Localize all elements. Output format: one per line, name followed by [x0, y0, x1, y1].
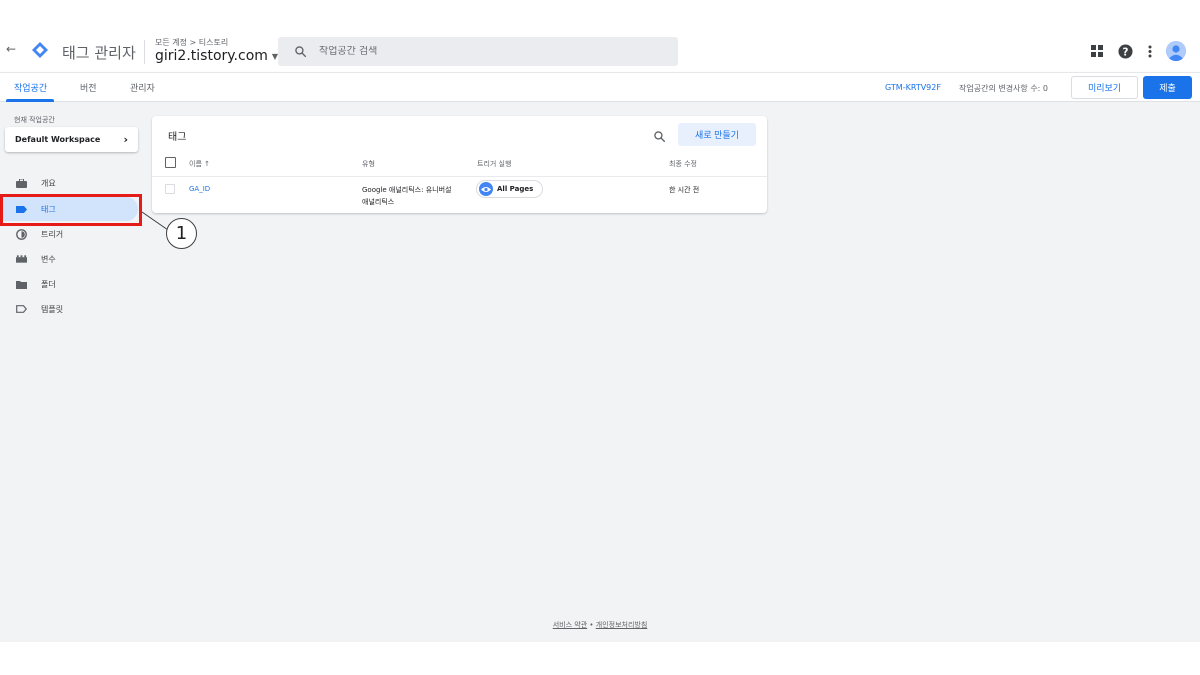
app-title: 태그 관리자	[62, 44, 136, 62]
search-icon	[295, 46, 307, 58]
column-header-name[interactable]: 이름 ↑	[189, 159, 210, 169]
sidebar-item-label: 템플릿	[41, 304, 64, 314]
preview-button[interactable]: 미리보기	[1071, 76, 1138, 99]
sidebar-item-label: 폴더	[41, 279, 56, 289]
search-icon[interactable]	[653, 128, 667, 143]
eye-icon	[479, 182, 493, 196]
tab-workspace[interactable]: 작업공간	[14, 81, 47, 94]
app-header: ← 태그 관리자 모든 계정 > 티스토리 giri2.tistory.com …	[0, 0, 1200, 72]
variables-icon	[16, 254, 27, 265]
sub-navigation: 작업공간 버전 관리자 GTM-KRTV92F 작업공간의 변경사항 수: 0 …	[0, 72, 1200, 102]
more-vert-icon[interactable]	[1142, 43, 1158, 59]
apps-grid-icon[interactable]	[1089, 43, 1105, 59]
trigger-chip[interactable]: All Pages	[476, 180, 544, 198]
table-divider	[152, 176, 767, 177]
annotation-callout-number: 1	[166, 218, 197, 249]
back-arrow-icon[interactable]: ←	[6, 42, 16, 56]
submit-button[interactable]: 제출	[1143, 76, 1192, 99]
column-header-type: 유형	[362, 160, 375, 168]
search-input[interactable]	[319, 46, 659, 57]
container-name: giri2.tistory.com	[155, 48, 268, 64]
tag-type-line2: 애널리틱스	[362, 198, 395, 206]
row-checkbox[interactable]	[165, 184, 175, 194]
card-title: 태그	[168, 132, 187, 143]
column-header-trigger: 트리거 실행	[477, 160, 512, 168]
tag-type-line1: Google 애널리틱스: 유니버설	[362, 186, 452, 194]
last-modified: 한 시간 전	[669, 186, 700, 194]
main-area: 현재 작업공간 Default Workspace › 개요 태그 트리거 변수…	[0, 102, 1200, 642]
footer-separator: •	[589, 621, 594, 629]
tags-card: 태그 새로 만들기 이름 ↑ 유형 트리거 실행 최종 수정 GA_ID Goo…	[152, 116, 767, 213]
sidebar-item-label: 변수	[41, 254, 56, 264]
user-avatar-icon[interactable]	[1166, 41, 1186, 61]
gtm-logo-icon[interactable]	[32, 42, 48, 58]
privacy-link[interactable]: 개인정보처리방침	[596, 621, 648, 629]
column-header-modified: 최종 수정	[669, 160, 697, 168]
new-tag-button[interactable]: 새로 만들기	[678, 123, 756, 146]
container-id-link[interactable]: GTM-KRTV92F	[885, 83, 941, 92]
terms-link[interactable]: 서비스 약관	[553, 621, 587, 629]
select-all-checkbox[interactable]	[165, 157, 176, 168]
sidebar-item-templates[interactable]: 템플릿	[0, 297, 138, 321]
tag-name-link[interactable]: GA_ID	[189, 185, 210, 193]
page-footer: 서비스 약관 • 개인정보처리방침	[0, 620, 1200, 630]
tab-versions[interactable]: 버전	[80, 81, 97, 94]
header-divider	[144, 40, 145, 64]
folder-icon	[16, 279, 27, 290]
workspace-changes-count: 작업공간의 변경사항 수: 0	[959, 84, 1049, 93]
help-icon[interactable]: ?	[1117, 43, 1133, 59]
trigger-name: All Pages	[497, 185, 534, 193]
template-icon	[16, 304, 27, 315]
workspace-search[interactable]	[278, 37, 678, 66]
container-selector[interactable]: giri2.tistory.com ▼	[155, 48, 278, 64]
sidebar-item-folders[interactable]: 폴더	[0, 272, 138, 296]
account-breadcrumb[interactable]: 모든 계정 > 티스토리	[155, 37, 228, 48]
tab-admin[interactable]: 관리자	[130, 81, 155, 94]
svg-text:?: ?	[1122, 46, 1128, 58]
